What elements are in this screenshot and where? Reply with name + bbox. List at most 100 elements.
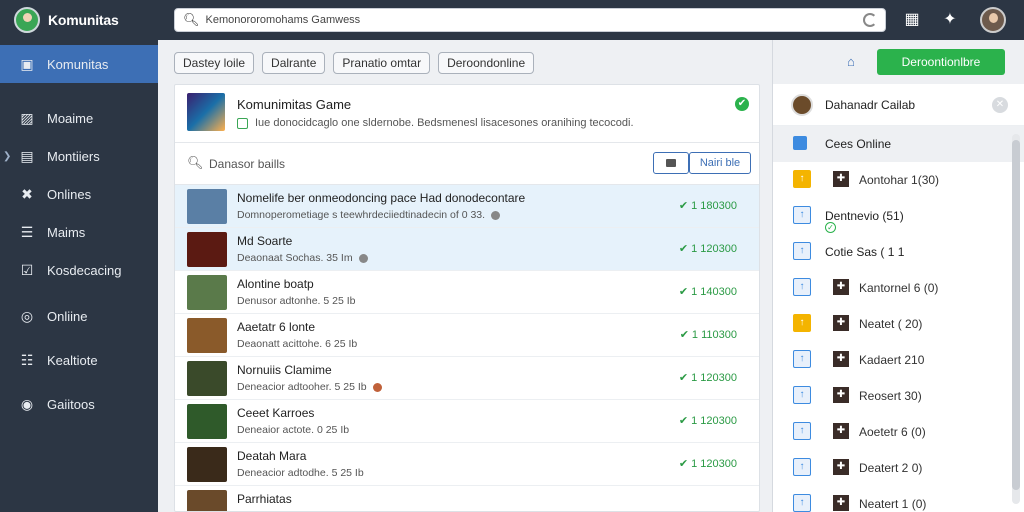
profile-avatar[interactable]: [791, 94, 813, 116]
sidebar-item-label: Gaiitoos: [47, 396, 95, 412]
friend-label: Reosert 30): [859, 389, 922, 403]
friend-item[interactable]: ↑ ✚ Deatert 2 0): [773, 450, 1024, 486]
game-row-title: Alontine boatp: [237, 277, 314, 291]
friend-avatar-icon: ✚: [833, 459, 849, 475]
game-row-meta: Deneacior adtooher. 5 25 Ib: [237, 381, 367, 393]
filter-button[interactable]: Deroondonline: [438, 52, 535, 74]
friend-status-icon: ↑: [793, 278, 811, 296]
sidebar-item-label: Moaime: [47, 110, 94, 126]
search-icon: 🔍︎: [183, 12, 200, 27]
sidebar-item-onlines[interactable]: ✖ Onlines: [0, 175, 158, 213]
friend-item[interactable]: ↑ ✚ Aoetetr 6 (0): [773, 414, 1024, 450]
filter-button[interactable]: Pranatio omtar: [333, 52, 431, 74]
list-search-input[interactable]: Danasor baills: [209, 157, 285, 171]
tablet-icon: ▤: [20, 147, 34, 164]
lock-button[interactable]: [653, 152, 689, 174]
online-label: Cees Online: [825, 137, 892, 151]
scrollbar-thumb[interactable]: [1012, 140, 1020, 490]
game-row-meta: Deneacior adtodhe. 5 25 Ib: [237, 467, 364, 479]
grid-icon[interactable]: ▦: [902, 10, 922, 30]
search-icon: 🔍︎: [187, 155, 204, 170]
sidebar-item-label: Onlines: [47, 186, 92, 202]
manage-button[interactable]: Nairi ble: [689, 152, 751, 174]
game-row-title: Nomelife ber onmeodoncing pace Had donod…: [237, 191, 526, 205]
game-row-subtitle: Deneacior adtooher. 5 25 Ib: [237, 381, 382, 393]
game-row-thumbnail: [187, 404, 227, 439]
refresh-icon[interactable]: [863, 13, 877, 27]
game-row[interactable]: Parrhiatas: [175, 486, 759, 511]
friend-item[interactable]: ↑ ✚ Neatert 1 (0): [773, 486, 1024, 512]
sidebar-item-label: Kosdecacing: [47, 262, 122, 278]
friend-avatar-icon: ✚: [833, 423, 849, 439]
friend-status-icon: ↑: [793, 422, 811, 440]
game-row-subtitle: Deaonaat Sochas. 35 Im: [237, 252, 368, 264]
sidebar-item-onliine[interactable]: ◎ Onliine: [0, 297, 158, 335]
friend-avatar-icon: ✚: [833, 279, 849, 295]
profile-header: Dahanadr Cailab ✕: [773, 84, 1024, 126]
user-icon: [793, 136, 807, 150]
game-row[interactable]: Md Soarte Deaonaat Sochas. 35 Im ✔ 1 120300: [175, 228, 759, 271]
controller-icon[interactable]: ✦: [940, 10, 960, 30]
check-icon: ✔: [678, 415, 689, 427]
sidebar-item-komunitas[interactable]: ▣ Komunitas: [0, 45, 158, 83]
filter-button[interactable]: Dalrante: [262, 52, 326, 74]
game-row[interactable]: Nornuiis Clamime Deneacior adtooher. 5 25…: [175, 357, 759, 400]
sidebar-item-kealtiote[interactable]: ☷ Kealtiote: [0, 341, 158, 379]
friend-status-icon: ↑: [793, 242, 811, 260]
user-avatar[interactable]: [980, 7, 1006, 33]
online-item[interactable]: Cees Online: [773, 126, 1024, 162]
game-row-subtitle: Domnoperometiage s teewhrdeciiedtinadeci…: [237, 209, 501, 221]
checkbox-icon[interactable]: [237, 117, 248, 129]
sidebar: ▣ Komunitas ▨ Moaime ❯ ▤ Montiiers ✖ Onl…: [0, 40, 158, 512]
search-input[interactable]: [205, 14, 846, 26]
game-row-title: Parrhiatas: [237, 492, 292, 506]
check-square-icon: ☑: [20, 261, 34, 278]
sidebar-item-montiiers[interactable]: ❯ ▤ Montiiers: [0, 137, 158, 175]
scrollbar[interactable]: [1012, 134, 1020, 504]
main-content: Dastey loile Dalrante Pranatio omtar Der…: [158, 40, 772, 512]
game-row-value: ✔ 1 120300: [679, 242, 737, 255]
sidebar-item-maims[interactable]: ☰ Maims: [0, 213, 158, 251]
game-row-thumbnail: [187, 318, 227, 353]
game-row-amount: 1 120300: [691, 372, 737, 384]
friend-item[interactable]: ↑ Dentnevio (51) ✓: [773, 198, 1024, 234]
friend-item[interactable]: ↑ ✚ Kantornel 6 (0): [773, 270, 1024, 306]
game-row-thumbnail: [187, 361, 227, 396]
square-icon: ▣: [20, 55, 34, 72]
game-row[interactable]: Deatah Mara Deneacior adtodhe. 5 25 Ib ✔ 1 …: [175, 443, 759, 486]
friend-item[interactable]: ↑ ✚ Kadaert 210: [773, 342, 1024, 378]
check-icon: ✔: [678, 372, 689, 384]
filter-button[interactable]: Dastey loile: [174, 52, 255, 74]
game-row-title: Deatah Mara: [237, 449, 307, 463]
friend-status-icon: ↑: [793, 206, 811, 224]
game-row-value: ✔ 1 110300: [680, 328, 737, 341]
game-row[interactable]: Aaetatr 6 lonte Deaonatt acittohe. 6 25 I…: [175, 314, 759, 357]
sidebar-item-moaime[interactable]: ▨ Moaime: [0, 99, 158, 137]
friend-item[interactable]: ↑ ✚ Reosert 30): [773, 378, 1024, 414]
close-icon[interactable]: ✕: [992, 97, 1008, 113]
primary-action-button[interactable]: Deroontionlbre: [877, 49, 1005, 75]
friend-item[interactable]: ↑ ✚ Neatet ( 20): [773, 306, 1024, 342]
friend-avatar-icon: ✚: [833, 387, 849, 403]
app-logo[interactable]: Komunitas: [0, 0, 158, 40]
friend-status-icon: ↑: [793, 458, 811, 476]
game-row-amount: 1 120300: [691, 415, 737, 427]
friend-item[interactable]: ↑ Cotie Sas ( 1 1: [773, 234, 1024, 270]
sidebar-item-kosdecacing[interactable]: ☑ Kosdecacing: [0, 251, 158, 289]
game-row-subtitle: Denusor adtonhe. 5 25 Ib: [237, 295, 356, 307]
sidebar-item-label: Onliine: [47, 308, 88, 324]
game-row[interactable]: Alontine boatp Denusor adtonhe. 5 25 Ib ✔ 1…: [175, 271, 759, 314]
game-row-amount: 1 110300: [691, 329, 737, 341]
game-row-meta: Deaonatt acittohe. 6 25 Ib: [237, 338, 358, 350]
friend-label: Kadaert 210: [859, 353, 925, 367]
sidebar-item-gaiitoos[interactable]: ◉ Gaiitoos: [0, 385, 158, 423]
friend-item[interactable]: ↑ ✚ Aontohar 1(30): [773, 162, 1024, 198]
search-bar[interactable]: 🔍︎: [174, 8, 886, 32]
sidebar-item-label: Komunitas: [47, 56, 109, 72]
game-title: Komunimitas Game: [237, 97, 352, 112]
game-row-thumbnail: [187, 275, 227, 310]
game-row[interactable]: Nomelife ber onmeodoncing pace Had donod…: [175, 185, 759, 228]
game-row[interactable]: Ceeet Karroes Deneaior actote. 0 25 Ib ✔ 1 …: [175, 400, 759, 443]
home-icon[interactable]: ⌂: [847, 54, 855, 69]
sidebar-item-label: Maims: [47, 224, 86, 240]
